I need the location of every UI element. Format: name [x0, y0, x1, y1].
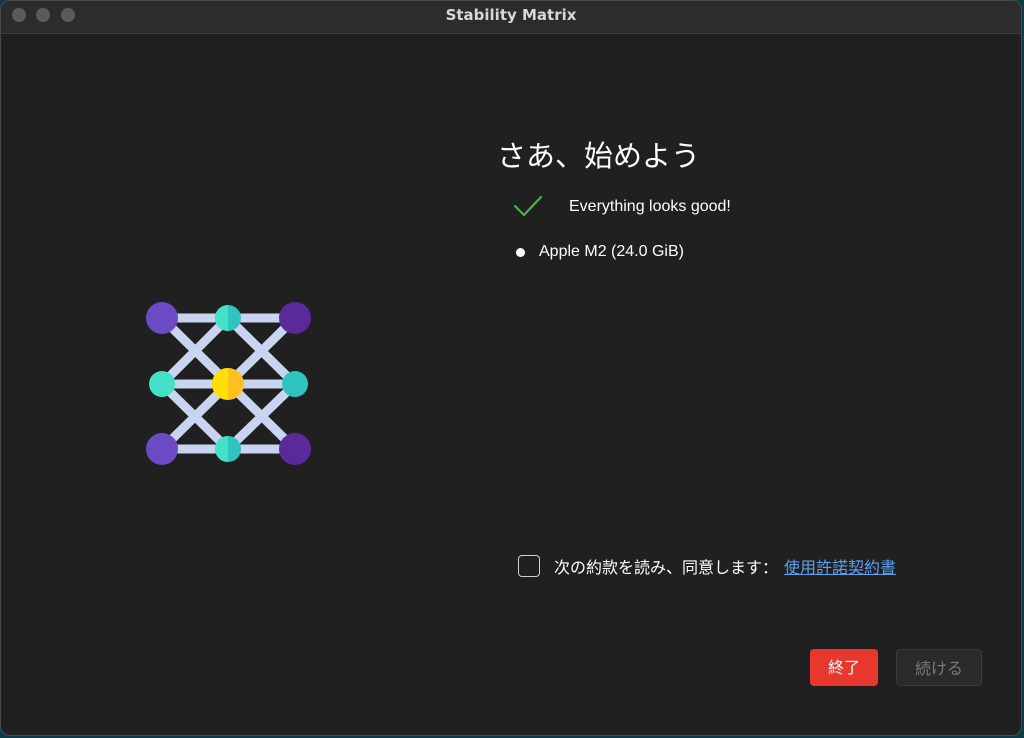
agree-checkbox[interactable] [518, 554, 540, 577]
app-window: Stability Matrix さあ、始めよう Everything look [0, 0, 1022, 736]
gpu-info: Apple M2 (24.0 GiB) [539, 243, 684, 260]
page-title: さあ、始めよう [497, 139, 701, 173]
license-agreement-link[interactable]: 使用許諾契約書 [784, 554, 896, 578]
status-text: Everything looks good! [569, 198, 731, 215]
bullet-icon [516, 248, 525, 257]
window-title: Stability Matrix [445, 6, 577, 24]
agree-label: 次の約款を読み、同意します： [554, 557, 779, 577]
continue-button[interactable]: 続ける [896, 649, 982, 686]
quit-button[interactable]: 終了 [810, 649, 878, 686]
stability-matrix-logo-icon [146, 302, 311, 465]
checkmark-icon [513, 195, 543, 217]
title-bar[interactable]: Stability Matrix [1, 1, 1021, 34]
license-agreement-row: 次の約款を読み、同意します： 使用許諾契約書 [518, 552, 896, 579]
